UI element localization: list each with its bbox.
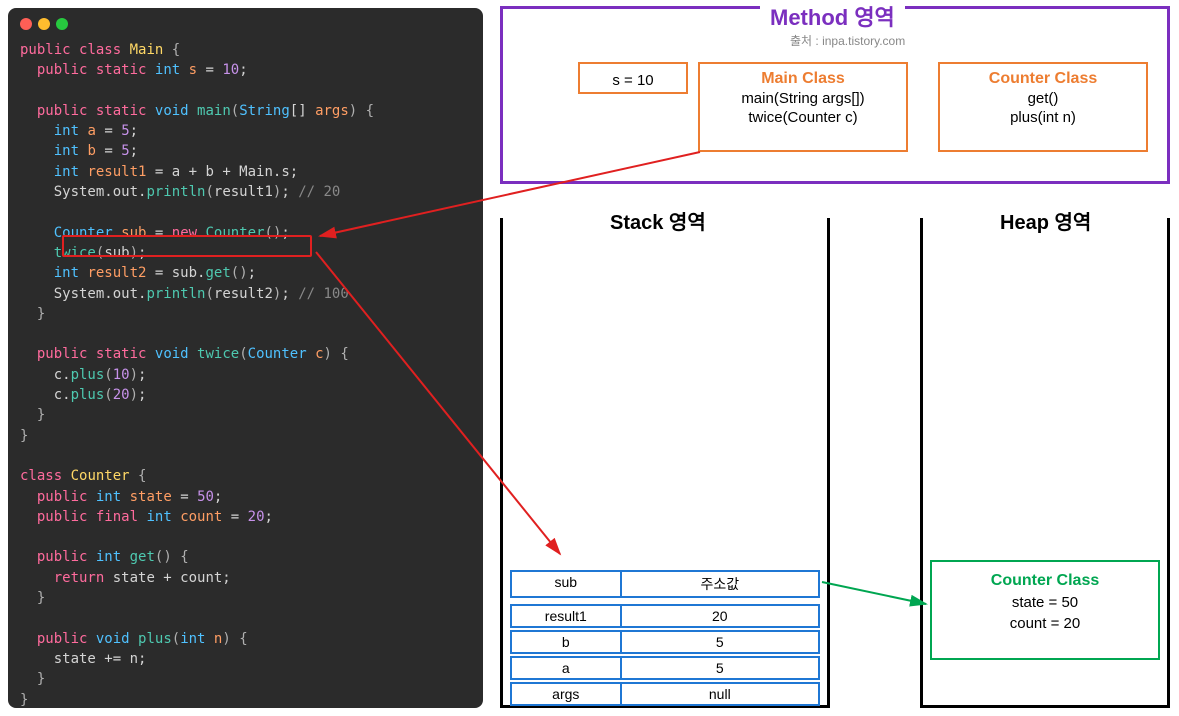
- stack-row: args null: [510, 682, 820, 706]
- counter-class-line1: get(): [946, 90, 1140, 107]
- heap-box-title: Counter Class: [942, 572, 1148, 590]
- stack-row: b 5: [510, 630, 820, 654]
- code-panel: public class Main { public static int s …: [8, 8, 483, 708]
- stack-var-value: 5: [622, 658, 818, 678]
- stack-var-value: 주소값: [622, 572, 818, 596]
- source-text: 출처 : inpa.tistory.com: [790, 32, 905, 49]
- minimize-dot-icon: [38, 18, 50, 30]
- maximize-dot-icon: [56, 18, 68, 30]
- method-area-title: Method 영역: [760, 0, 905, 32]
- stack-var-name: a: [512, 658, 622, 678]
- main-class-title: Main Class: [706, 70, 900, 88]
- stack-row: sub 주소값: [510, 570, 820, 598]
- counter-class-title: Counter Class: [946, 70, 1140, 88]
- counter-class-line2: plus(int n): [946, 109, 1140, 126]
- stack-var-value: 5: [622, 632, 818, 652]
- main-class-line1: main(String args[]): [706, 90, 900, 107]
- heap-box-line1: state = 50: [942, 594, 1148, 611]
- stack-var-name: args: [512, 684, 622, 704]
- heap-area-title: Heap 영역: [990, 206, 1101, 235]
- static-var-label: s = 10: [586, 72, 680, 89]
- stack-row: result1 20: [510, 604, 820, 628]
- stack-row: a 5: [510, 656, 820, 680]
- main-class-line2: twice(Counter c): [706, 109, 900, 126]
- stack-var-name: sub: [512, 572, 622, 596]
- stack-var-value: null: [622, 684, 818, 704]
- code-block: public class Main { public static int s …: [20, 40, 471, 710]
- stack-table: sub 주소값 result1 20 b 5 a 5 args null: [510, 570, 820, 708]
- heap-box-line2: count = 20: [942, 615, 1148, 632]
- stack-var-name: result1: [512, 606, 622, 626]
- main-class-box: Main Class main(String args[]) twice(Cou…: [698, 62, 908, 152]
- window-dots: [20, 18, 471, 30]
- arrow-stack-to-heap-icon: [822, 582, 926, 604]
- stack-var-name: b: [512, 632, 622, 652]
- close-dot-icon: [20, 18, 32, 30]
- static-var-box: s = 10: [578, 62, 688, 94]
- stack-var-value: 20: [622, 606, 818, 626]
- stack-area-title: Stack 영역: [600, 206, 716, 235]
- counter-class-box: Counter Class get() plus(int n): [938, 62, 1148, 152]
- heap-counter-box: Counter Class state = 50 count = 20: [930, 560, 1160, 660]
